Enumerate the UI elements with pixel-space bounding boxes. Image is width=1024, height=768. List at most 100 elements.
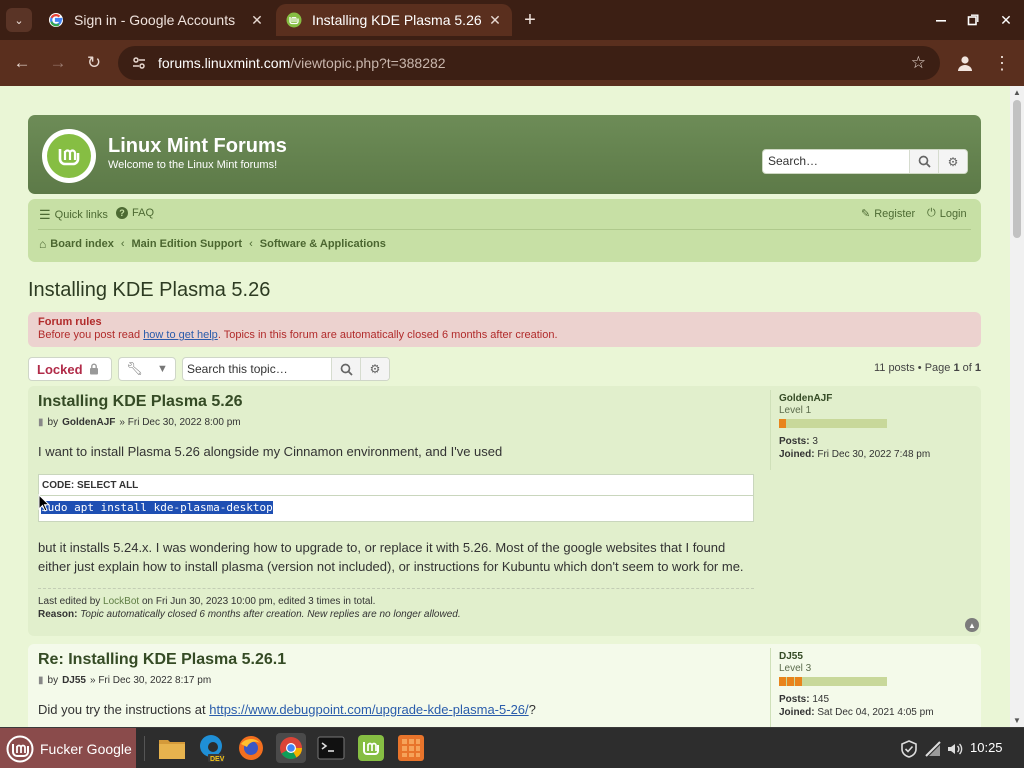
firefox-icon[interactable] (236, 733, 266, 763)
back-to-top-icon[interactable]: ▲ (965, 618, 979, 632)
topic-action-bar: Locked 🔧︎ ▼ Search this topic… ⚙ 11 post… (28, 356, 981, 382)
search-icon[interactable] (909, 150, 938, 173)
tab-search-button[interactable]: ⌄ (6, 8, 32, 32)
breadcrumb-main-edition-support[interactable]: Main Edition Support (132, 238, 243, 250)
post-meta: ▮ by GoldenAJF » Fri Dec 30, 2022 8:00 p… (38, 417, 241, 428)
post-title[interactable]: Re: Installing KDE Plasma 5.26.1 (38, 651, 754, 669)
tab-title: Installing KDE Plasma 5.26 - (312, 12, 484, 28)
wrench-icon: 🔧︎ (126, 361, 143, 376)
advanced-search-gear-icon[interactable]: ⚙ (938, 150, 967, 173)
post-author-profile: GoldenAJF Level 1 Posts: 3 Joined: Fri D… (779, 393, 969, 460)
edit-notice: Last edited by LockBot on Fri Jun 30, 20… (38, 588, 754, 621)
lockbot-link[interactable]: LockBot (103, 596, 139, 607)
post-author-profile: DJ55 Level 3 Posts: 145 Joined: Sat Dec … (779, 651, 969, 718)
post-file-icon[interactable]: ▮ (38, 417, 44, 428)
advanced-search-gear-icon[interactable]: ⚙ (360, 358, 389, 380)
profile-rank: Level 1 (779, 405, 812, 416)
forum-rules-title: Forum rules (38, 316, 102, 328)
shield-icon[interactable] (900, 728, 918, 768)
network-icon[interactable] (924, 728, 942, 768)
post-author-link[interactable]: DJ55 (62, 675, 86, 686)
profile-avatar-icon[interactable] (952, 50, 978, 76)
page-scrollbar[interactable]: ▲ ▼ (1010, 86, 1024, 727)
debugpoint-link[interactable]: https://www.debugpoint.com/upgrade-kde-p… (209, 702, 528, 717)
tab-google-sign-in[interactable]: Sign in - Google Accounts ✕ (38, 4, 274, 36)
rank-progress-bar (779, 419, 887, 428)
browser-tab-bar: ⌄ Sign in - Google Accounts ✕ Installing… (0, 0, 1024, 40)
topic-search-input[interactable]: Search this topic… (183, 358, 331, 380)
start-menu-label: Fucker Google (40, 740, 132, 757)
linuxmint-icon (6, 735, 34, 762)
mintinstall-icon[interactable] (356, 733, 386, 763)
start-menu-button[interactable]: Fucker Google (0, 728, 136, 768)
close-tab-icon[interactable]: ✕ (484, 9, 506, 31)
address-bar[interactable]: forums.linuxmint.com/viewtopic.php?t=388… (118, 46, 940, 80)
linuxmint-logo[interactable] (42, 129, 96, 183)
topic-search-box: Search this topic… ⚙ (182, 357, 390, 381)
forum-rules-box: Forum rules Before you post read how to … (28, 312, 981, 347)
profile-posts: Posts: 145 (779, 694, 830, 705)
post-title[interactable]: Installing KDE Plasma 5.26 (38, 393, 754, 411)
login-link[interactable]: ⏻ Login (927, 207, 967, 220)
post-author-link[interactable]: GoldenAJF (62, 417, 115, 428)
minimize-icon[interactable] (928, 8, 954, 32)
chevron-down-icon: ⌄ (14, 14, 24, 27)
topic-tools-button[interactable]: 🔧︎ ▼ (118, 357, 176, 381)
breadcrumb-board-index[interactable]: Board index (50, 238, 114, 250)
profile-username[interactable]: GoldenAJF (779, 393, 969, 404)
code-content[interactable]: sudo apt install kde-plasma-desktop (39, 496, 753, 521)
search-icon[interactable] (331, 358, 360, 380)
scroll-down-arrow-icon[interactable]: ▼ (1013, 716, 1021, 725)
edge-dev-icon[interactable]: DEV (196, 733, 226, 763)
grid-app-icon[interactable] (396, 733, 426, 763)
bookmark-star-icon[interactable]: ☆ (911, 53, 926, 73)
browser-menu-icon[interactable]: ⋮ (990, 50, 1014, 76)
reload-icon[interactable]: ↻ (81, 50, 107, 76)
mouse-cursor-icon (38, 494, 50, 512)
rank-progress-bar (779, 677, 887, 686)
forward-arrow-icon[interactable]: → (45, 50, 71, 76)
breadcrumb-separator: ‹ (120, 238, 125, 250)
files-icon[interactable] (157, 733, 187, 763)
site-header: Linux Mint Forums Welcome to the Linux M… (28, 115, 981, 194)
register-link[interactable]: ✎ Register (861, 207, 915, 221)
chrome-icon[interactable] (276, 733, 306, 763)
profile-username[interactable]: DJ55 (779, 651, 969, 662)
breadcrumb-software-applications[interactable]: Software & Applications (260, 238, 386, 250)
scroll-up-arrow-icon[interactable]: ▲ (1013, 88, 1021, 97)
navbar-divider (38, 229, 971, 230)
profile-divider (770, 648, 771, 727)
tab-linux-mint-forum[interactable]: Installing KDE Plasma 5.26 - ✕ (276, 4, 512, 36)
post-file-icon[interactable]: ▮ (38, 675, 44, 686)
locked-button[interactable]: Locked (28, 357, 112, 381)
close-window-icon[interactable]: ✕ (993, 8, 1019, 32)
post-meta: ▮ by DJ55 » Fri Dec 30, 2022 8:17 pm (38, 675, 212, 686)
taskbar-clock[interactable]: 10:25 (970, 740, 1003, 755)
quick-links-menu[interactable]: ☰ Quick links (39, 207, 108, 223)
post-content: Did you try the instructions at https://… (38, 702, 536, 717)
scrollbar-thumb[interactable] (1013, 100, 1021, 238)
forum-rules-text: Before you post read how to get help. To… (38, 329, 558, 341)
profile-joined: Joined: Sat Dec 04, 2021 4:05 pm (779, 707, 934, 718)
topic-title[interactable]: Installing KDE Plasma 5.26 (28, 279, 270, 302)
back-arrow-icon[interactable]: ← (9, 50, 35, 76)
site-title[interactable]: Linux Mint Forums (108, 135, 287, 158)
post-content: but it installs 5.24.x. I was wondering … (38, 540, 744, 574)
post-body: Installing KDE Plasma 5.26 ▮ by GoldenAJ… (38, 393, 754, 621)
faq-link[interactable]: ? FAQ (116, 207, 154, 219)
site-search-input[interactable]: Search… (763, 150, 909, 173)
profile-joined: Joined: Fri Dec 30, 2022 7:48 pm (779, 449, 931, 460)
google-icon (49, 13, 63, 27)
volume-icon[interactable] (946, 728, 964, 768)
breadcrumb: ⌂ Board index ‹ Main Edition Support ‹ S… (39, 237, 386, 251)
new-tab-icon[interactable]: + (518, 8, 542, 32)
code-select-all[interactable]: CODE: SELECT ALL (39, 475, 753, 496)
maximize-icon[interactable] (960, 8, 986, 32)
url-text: forums.linuxmint.com/viewtopic.php?t=388… (158, 55, 446, 71)
edit-icon: ✎ (861, 208, 871, 220)
how-to-get-help-link[interactable]: how to get help (143, 329, 218, 341)
site-info-icon[interactable] (124, 48, 154, 78)
close-tab-icon[interactable]: ✕ (246, 9, 268, 31)
profile-rank: Level 3 (779, 663, 812, 674)
terminal-icon[interactable] (316, 733, 346, 763)
